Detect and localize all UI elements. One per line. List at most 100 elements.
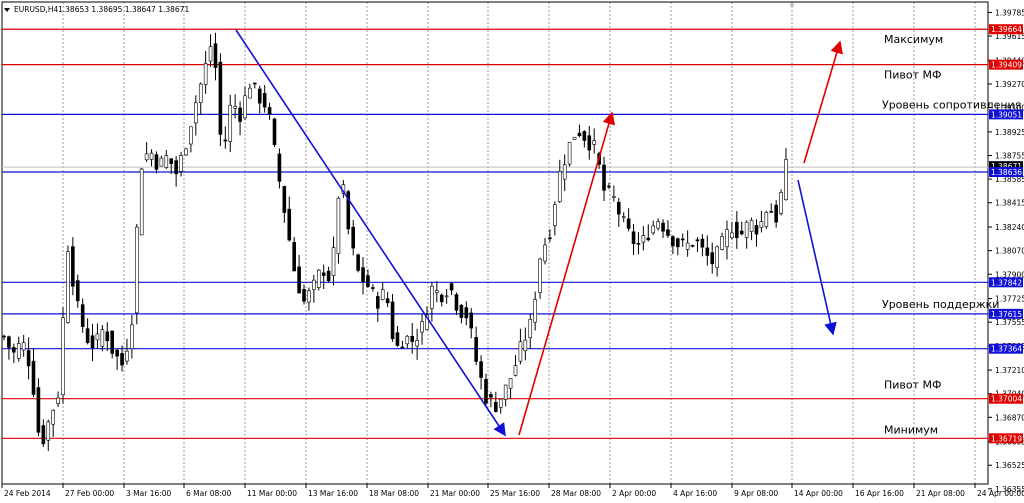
candle-body	[739, 230, 744, 235]
candle-body	[543, 244, 547, 262]
candle-body	[321, 272, 326, 276]
candle-body	[631, 231, 636, 245]
candle-body	[228, 104, 233, 142]
price-tick-label: 1.39270	[995, 80, 1024, 89]
candle-body	[685, 242, 690, 250]
candle-body	[292, 242, 296, 272]
candle-body	[671, 236, 675, 247]
candle-body	[243, 95, 247, 119]
candle-body	[479, 361, 483, 378]
price-tick-label: 1.38240	[995, 223, 1024, 232]
candle-body	[400, 346, 405, 349]
candle-body	[582, 131, 587, 141]
candle-body	[120, 353, 124, 366]
candle-body	[744, 221, 749, 238]
price-tick-label: 1.38925	[995, 128, 1024, 137]
candle-body	[557, 171, 562, 202]
candle-body	[307, 290, 311, 303]
candle-body	[312, 279, 316, 290]
candle-body	[484, 379, 488, 404]
candle-body	[56, 397, 60, 404]
candle-body	[189, 126, 193, 145]
candle-body	[730, 232, 734, 238]
candle-body	[656, 221, 660, 229]
time-tick-label: 6 Mar 08:00	[186, 489, 232, 498]
candle-body	[469, 312, 474, 329]
time-tick-label: 24 Feb 2014	[4, 489, 51, 498]
level-price-value: 1.37364	[991, 345, 1022, 354]
level-price-value: 1.37842	[991, 278, 1022, 287]
candle-body	[51, 410, 55, 425]
candle-body	[351, 226, 355, 249]
candle-body	[705, 247, 710, 256]
level-price-value: 1.39664	[991, 25, 1022, 34]
candle-body	[415, 340, 419, 347]
candle-body	[144, 153, 149, 161]
candle-body	[710, 252, 715, 265]
candle-body	[439, 294, 444, 303]
candle-body	[395, 332, 400, 346]
price-tick-label: 1.38070	[995, 247, 1024, 256]
price-chart[interactable]: 1.397851.396151.394401.392701.391001.389…	[0, 0, 1024, 503]
candle-body	[80, 304, 85, 328]
candle-body	[690, 245, 695, 247]
candle-body	[646, 237, 651, 241]
ohlc-readout: 1.38653 1.38695 1.38647 1.38671	[58, 5, 189, 14]
candle-body	[700, 238, 705, 248]
candle-body	[46, 421, 51, 441]
candle-body	[159, 157, 164, 167]
candle-body	[661, 222, 665, 232]
symbol-label: EURUSD,H4	[14, 5, 58, 14]
candle-body	[764, 212, 769, 227]
time-tick-label: 3 Mar 16:00	[126, 489, 172, 498]
level-note: Пивот МФ	[884, 379, 942, 392]
candle-body	[105, 331, 110, 342]
candle-body	[154, 154, 159, 170]
price-tick-label: 1.38415	[995, 199, 1024, 208]
candle-body	[248, 87, 252, 99]
candle-body	[169, 158, 174, 164]
candle-body	[31, 360, 36, 395]
candle-body	[371, 287, 375, 289]
level-note: Уровень сопротивления	[882, 98, 1021, 111]
candle-body	[16, 343, 21, 359]
candle-body	[518, 341, 523, 362]
candle-body	[110, 330, 115, 354]
candle-body	[238, 107, 242, 122]
candle-body	[139, 168, 144, 236]
time-tick-label: 9 Apr 08:00	[734, 489, 778, 498]
candle-body	[61, 317, 65, 396]
candle-body	[297, 266, 301, 294]
candle-body	[302, 288, 306, 302]
candle-body	[7, 336, 11, 348]
candle-body	[769, 211, 774, 213]
price-tick-label: 1.39785	[995, 8, 1024, 17]
candle-body	[779, 192, 783, 214]
candle-body	[680, 238, 685, 241]
candle-body	[562, 164, 567, 180]
price-tick-label: 1.36870	[995, 413, 1024, 422]
candle-body	[503, 384, 508, 400]
candle-body	[715, 246, 719, 268]
level-note: Уровень поддержки	[882, 298, 999, 311]
candle-body	[621, 216, 626, 219]
candle-body	[577, 132, 582, 137]
candle-body	[95, 333, 100, 341]
candle-body	[454, 294, 459, 311]
candle-body	[444, 295, 449, 298]
candle-body	[587, 135, 592, 151]
time-tick-label: 14 Apr 00:00	[794, 489, 843, 498]
candle-body	[626, 218, 631, 229]
candle-body	[430, 286, 434, 309]
candle-body	[213, 43, 218, 68]
candle-body	[253, 82, 257, 85]
candle-body	[277, 153, 282, 182]
candle-body	[66, 251, 70, 323]
candle-body	[720, 236, 724, 250]
candle-body	[257, 88, 262, 104]
candle-body	[754, 225, 759, 235]
candle-body	[149, 152, 154, 160]
level-price-value: 1.37615	[991, 310, 1022, 319]
candle-body	[326, 270, 331, 282]
candle-body	[759, 221, 764, 228]
